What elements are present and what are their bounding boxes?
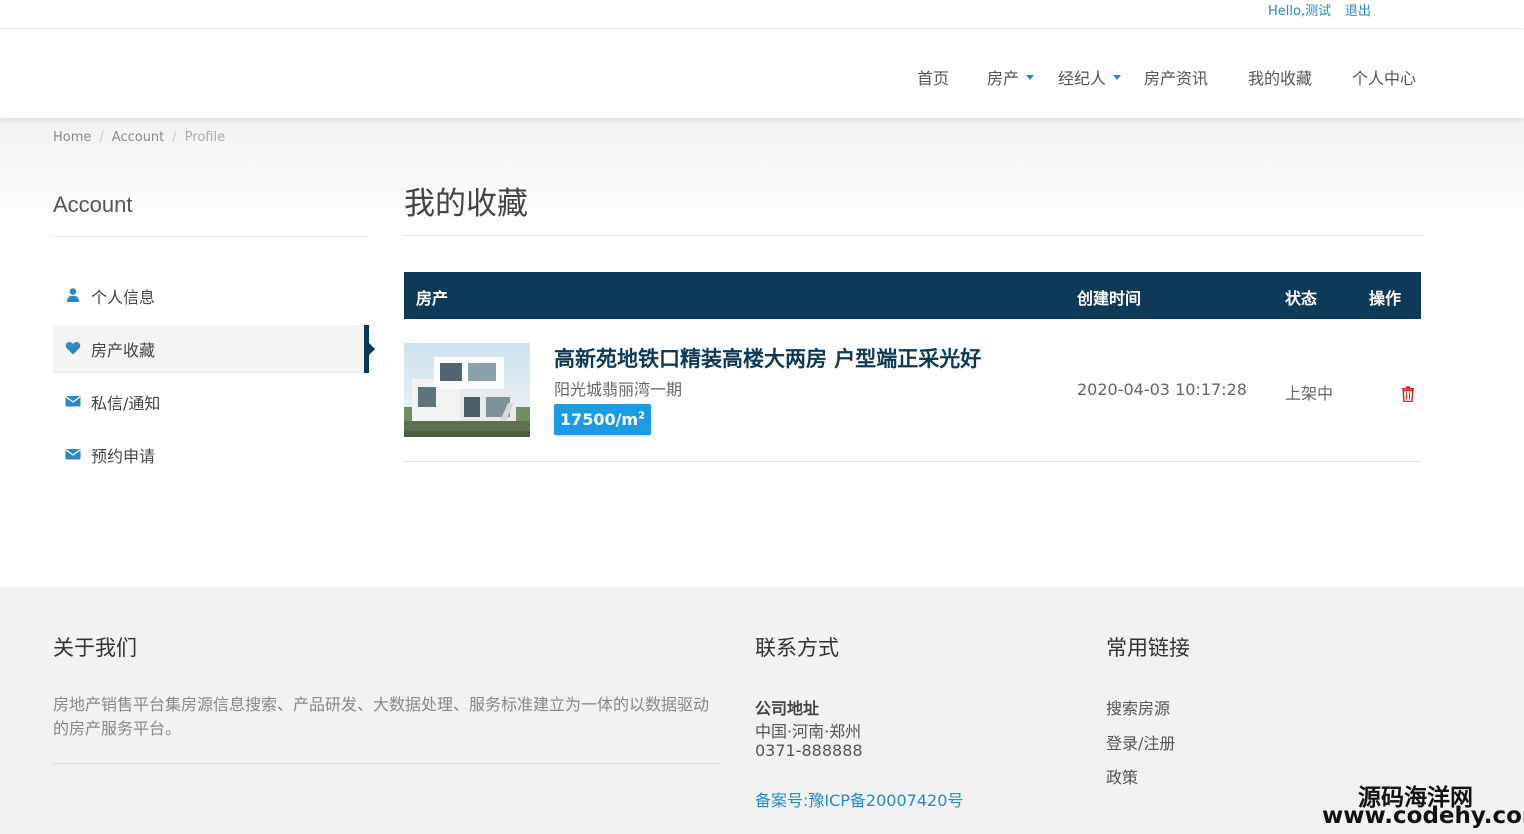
footer-about-heading: 关于我们 (53, 636, 137, 660)
nav-favorites[interactable]: 我的收藏 (1248, 65, 1312, 89)
address-label: 公司地址 (755, 699, 820, 718)
chevron-down-icon (1026, 75, 1035, 80)
breadcrumb-separator: / (172, 130, 177, 145)
top-bar: Hello,测试 退出 (0, 0, 1524, 29)
icp-link[interactable]: 备案号:豫ICP备20007420号 (755, 787, 963, 811)
breadcrumb-separator: / (99, 130, 104, 145)
user-icon (67, 288, 79, 302)
property-thumbnail[interactable] (404, 343, 530, 437)
sidebar-item-label: 个人信息 (91, 288, 156, 307)
column-header-status: 状态 (1285, 289, 1318, 308)
user-greeting[interactable]: Hello,测试 (1268, 0, 1331, 19)
divider (53, 236, 368, 237)
footer-about-text: 房地产销售平台集房源信息搜索、产品研发、大数据处理、服务标准建立为一体的以数据驱… (53, 695, 710, 738)
footer-contact-heading: 联系方式 (755, 636, 839, 660)
breadcrumb: Home / Account / Profile (53, 130, 225, 145)
nav-agent-label: 经纪人 (1058, 69, 1107, 88)
property-title[interactable]: 高新苑地铁口精装高楼大两房 户型端正采光好 (554, 343, 981, 373)
active-indicator-arrow (369, 343, 375, 355)
envelope-icon (65, 396, 81, 407)
breadcrumb-account[interactable]: Account (112, 130, 165, 145)
property-community: 阳光城翡丽湾一期 (554, 380, 683, 399)
price-value: 17500/m (559, 410, 639, 429)
sidebar-item-favorites[interactable]: 房产收藏 (53, 325, 365, 373)
footer: 关于我们 房地产销售平台集房源信息搜索、产品研发、大数据处理、服务标准建立为一体… (0, 587, 1524, 834)
created-time: 2020-04-03 10:17:28 (1077, 380, 1247, 399)
divider (53, 763, 719, 764)
column-header-created: 创建时间 (1077, 289, 1142, 308)
breadcrumb-home[interactable]: Home (53, 130, 91, 145)
nav-home[interactable]: 首页 (917, 65, 949, 89)
nav-agent[interactable]: 经纪人 (1058, 65, 1122, 89)
divider (404, 461, 1421, 462)
status-text: 上架中 (1285, 384, 1334, 403)
column-header-property: 房产 (416, 289, 449, 308)
price-unit-superscript: 2 (638, 410, 646, 422)
nav-personal-center[interactable]: 个人中心 (1352, 65, 1416, 89)
sidebar-title: Account (53, 192, 133, 217)
table-header: 房产 创建时间 状态 操作 (404, 272, 1421, 319)
main-nav: 首页 房产 经纪人 房产资讯 我的收藏 个人中心 (0, 29, 1524, 118)
nav-property-label: 房产 (987, 69, 1020, 88)
footer-links-heading: 常用链接 (1106, 636, 1190, 660)
sidebar-item-appointments[interactable]: 预约申请 (53, 431, 365, 478)
price-badge: 17500/m2 (554, 404, 651, 435)
column-header-action: 操作 (1369, 289, 1402, 308)
sidebar-item-personal-info[interactable]: 个人信息 (53, 272, 365, 319)
address-text: 中国·河南·郑州 (755, 722, 862, 741)
sidebar-item-label: 房产收藏 (91, 341, 156, 360)
sidebar-item-messages[interactable]: 私信/通知 (53, 378, 365, 425)
divider (404, 235, 1422, 236)
sidebar-item-label: 私信/通知 (91, 394, 161, 413)
heart-icon (65, 342, 81, 355)
chevron-down-icon (1113, 75, 1122, 80)
footer-link-search[interactable]: 搜索房源 (1106, 695, 1170, 719)
footer-link-policy[interactable]: 政策 (1106, 764, 1138, 788)
sidebar-item-label: 预约申请 (91, 447, 156, 466)
page-title: 我的收藏 (404, 186, 528, 222)
footer-link-login[interactable]: 登录/注册 (1106, 730, 1175, 754)
nav-news[interactable]: 房产资讯 (1144, 65, 1208, 89)
trash-icon[interactable] (1401, 386, 1415, 402)
logout-link[interactable]: 退出 (1345, 0, 1371, 19)
envelope-icon (65, 449, 81, 460)
watermark-url: www.codehy.com (1322, 803, 1524, 829)
breadcrumb-profile: Profile (184, 130, 226, 145)
phone-text: 0371-888888 (755, 741, 863, 760)
nav-property[interactable]: 房产 (987, 65, 1035, 89)
